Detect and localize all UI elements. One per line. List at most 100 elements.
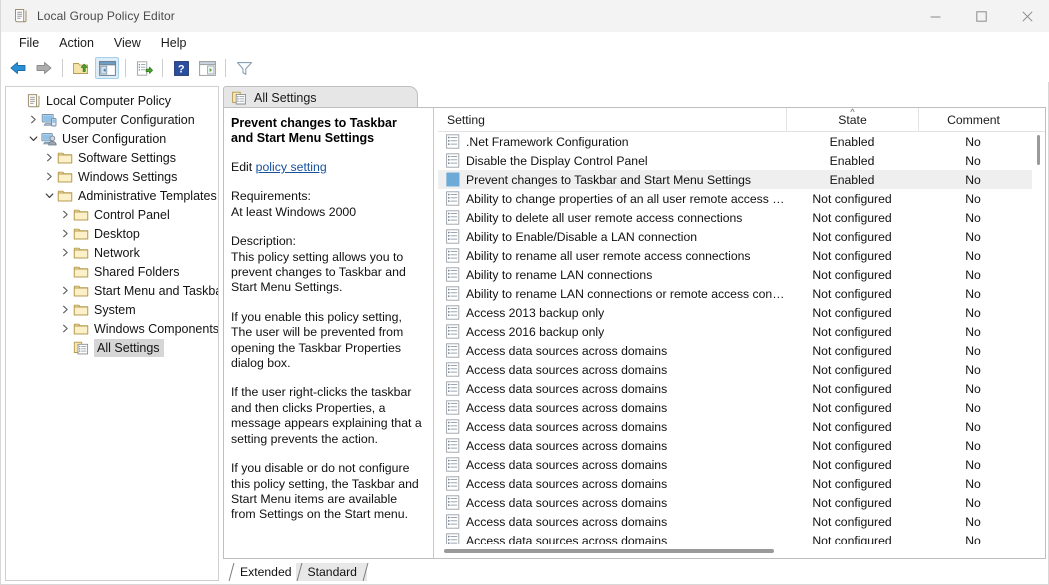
description-paragraph-3: If the user right-clicks the taskbar and… (231, 385, 422, 446)
policy-icon (25, 93, 41, 109)
show-hide-console-tree-icon[interactable] (95, 57, 119, 79)
requirements-label: Requirements: (231, 189, 311, 204)
tree-item-windows-components[interactable]: Windows Components (6, 319, 218, 338)
menu-help[interactable]: Help (151, 33, 197, 53)
list-horizontal-scrollbar[interactable] (438, 544, 1032, 558)
table-row[interactable]: Ability to rename LAN connections or rem… (438, 284, 1045, 303)
table-row[interactable]: Ability to rename LAN connections Not con… (438, 265, 1045, 284)
folder-icon (73, 226, 89, 242)
close-button[interactable] (1004, 0, 1049, 32)
table-row[interactable]: Access data sources across domains Not co… (438, 436, 1045, 455)
list-horizontal-scroll-thumb[interactable] (444, 549, 774, 553)
table-row[interactable]: Ability to change properties of an all u… (438, 189, 1045, 208)
table-row[interactable]: Access data sources across domains Not co… (438, 474, 1045, 493)
tab-standard[interactable]: Standard (295, 563, 367, 581)
maximize-button[interactable] (958, 0, 1004, 32)
sort-ascending-icon: ^ (850, 108, 855, 117)
table-row[interactable]: Access data sources across domains Not co… (438, 398, 1045, 417)
tree-item-administrative-templates[interactable]: Administrative Templates (6, 186, 218, 205)
table-row[interactable]: Access data sources across domains Not co… (438, 360, 1045, 379)
setting-name: Prevent changes to Taskbar and Start Men… (466, 172, 751, 187)
menu-view[interactable]: View (104, 33, 151, 53)
table-row[interactable]: Access data sources across domains Not co… (438, 512, 1045, 531)
cell-state: Not configured (812, 419, 892, 434)
menu-file[interactable]: File (9, 33, 49, 53)
tree-item-start-menu-and-taskbar[interactable]: Start Menu and Taskbar (6, 281, 218, 300)
policy-setting-icon (446, 305, 460, 320)
policy-setting-icon (446, 381, 460, 396)
table-row[interactable]: Access data sources across domains Not co… (438, 455, 1045, 474)
table-row[interactable]: Prevent changes to Taskbar and Start Men… (438, 170, 1045, 189)
chevron-right-icon[interactable] (58, 226, 73, 241)
chevron-right-icon[interactable] (58, 302, 73, 317)
tree-item-network[interactable]: Network (6, 243, 218, 262)
tree-item-all-settings[interactable]: All Settings (6, 338, 218, 357)
tree-item-control-panel[interactable]: Control Panel (6, 205, 218, 224)
tree-item-system[interactable]: System (6, 300, 218, 319)
tree-item-shared-folders[interactable]: Shared Folders (6, 262, 218, 281)
description-pane: Prevent changes to Taskbar and Start Men… (224, 108, 433, 558)
forward-icon[interactable] (32, 57, 56, 79)
show-hide-action-pane-icon[interactable] (195, 57, 219, 79)
table-row[interactable]: Ability to rename all user remote access… (438, 246, 1045, 265)
edit-policy-setting-link[interactable]: policy setting (256, 160, 327, 174)
tree-item-label: Desktop (94, 226, 140, 241)
description-paragraph-2: If you enable this policy setting, The u… (231, 309, 404, 371)
chevron-down-icon[interactable] (42, 188, 57, 203)
export-list-icon[interactable] (132, 57, 156, 79)
chevron-right-icon[interactable] (58, 321, 73, 336)
table-row[interactable]: .Net Framework Configuration Enabled No (438, 132, 1045, 151)
chevron-right-icon[interactable] (42, 150, 57, 165)
setting-name: Access 2013 backup only (466, 305, 605, 320)
chevron-right-icon[interactable] (58, 245, 73, 260)
list-vertical-scroll-thumb[interactable] (1037, 135, 1040, 165)
tab-extended[interactable]: Extended (228, 563, 302, 581)
cell-state: Not configured (812, 210, 892, 225)
tab-all-settings[interactable]: All Settings (223, 86, 418, 108)
policy-setting-icon (446, 514, 460, 529)
table-row[interactable]: Access data sources across domains Not co… (438, 417, 1045, 436)
minimize-button[interactable] (912, 0, 958, 32)
column-header-setting[interactable]: Setting (438, 108, 786, 132)
help-icon[interactable]: ? (169, 57, 193, 79)
table-row[interactable]: Access 2016 backup only Not configured No (438, 322, 1045, 341)
table-row[interactable]: Ability to delete all user remote access… (438, 208, 1045, 227)
tree-item-local-computer-policy[interactable]: Local Computer Policy (6, 91, 218, 110)
folder-icon (57, 188, 73, 204)
table-row[interactable]: Access data sources across domains Not co… (438, 493, 1045, 512)
chevron-right-icon[interactable] (58, 207, 73, 222)
table-row[interactable]: Disable the Display Control Panel Enabled… (438, 151, 1045, 170)
table-row[interactable]: Access 2013 backup only Not configured No (438, 303, 1045, 322)
table-row[interactable]: Access data sources across domains Not co… (438, 341, 1045, 360)
cell-setting: Access data sources across domains (438, 438, 786, 453)
tree-item-label: Shared Folders (94, 264, 180, 279)
column-header-comment[interactable]: Comment (918, 108, 1028, 132)
tree-item-software-settings[interactable]: Software Settings (6, 148, 218, 167)
cell-setting: Access data sources across domains (438, 476, 786, 491)
tree-item-user-configuration[interactable]: User Configuration (6, 129, 218, 148)
table-row[interactable]: Ability to Enable/Disable a LAN connecti… (438, 227, 1045, 246)
filter-icon[interactable] (232, 57, 256, 79)
chevron-right-icon[interactable] (42, 169, 57, 184)
setting-name: Disable the Display Control Panel (466, 153, 648, 168)
list-vertical-scrollbar[interactable] (1032, 132, 1045, 544)
up-one-level-icon[interactable] (69, 57, 93, 79)
tree-item-desktop[interactable]: Desktop (6, 224, 218, 243)
chevron-right-icon[interactable] (26, 112, 41, 127)
column-header-state[interactable]: ^ State (786, 108, 918, 132)
setting-name: Access data sources across domains (466, 419, 668, 434)
menu-action[interactable]: Action (49, 33, 104, 53)
tree-item-label: Control Panel (94, 207, 170, 222)
toolbar-separator-2 (125, 59, 126, 77)
tree-item-label: Software Settings (78, 150, 176, 165)
tree-item-windows-settings[interactable]: Windows Settings (6, 167, 218, 186)
policy-setting-icon (446, 267, 460, 282)
cell-setting: Access data sources across domains (438, 419, 786, 434)
tree-item-computer-configuration[interactable]: Computer Configuration (6, 110, 218, 129)
cell-comment: No (965, 400, 981, 415)
back-icon[interactable] (6, 57, 30, 79)
chevron-right-icon[interactable] (58, 283, 73, 298)
policy-setting-icon (446, 476, 460, 491)
table-row[interactable]: Access data sources across domains Not co… (438, 379, 1045, 398)
chevron-down-icon[interactable] (26, 131, 41, 146)
